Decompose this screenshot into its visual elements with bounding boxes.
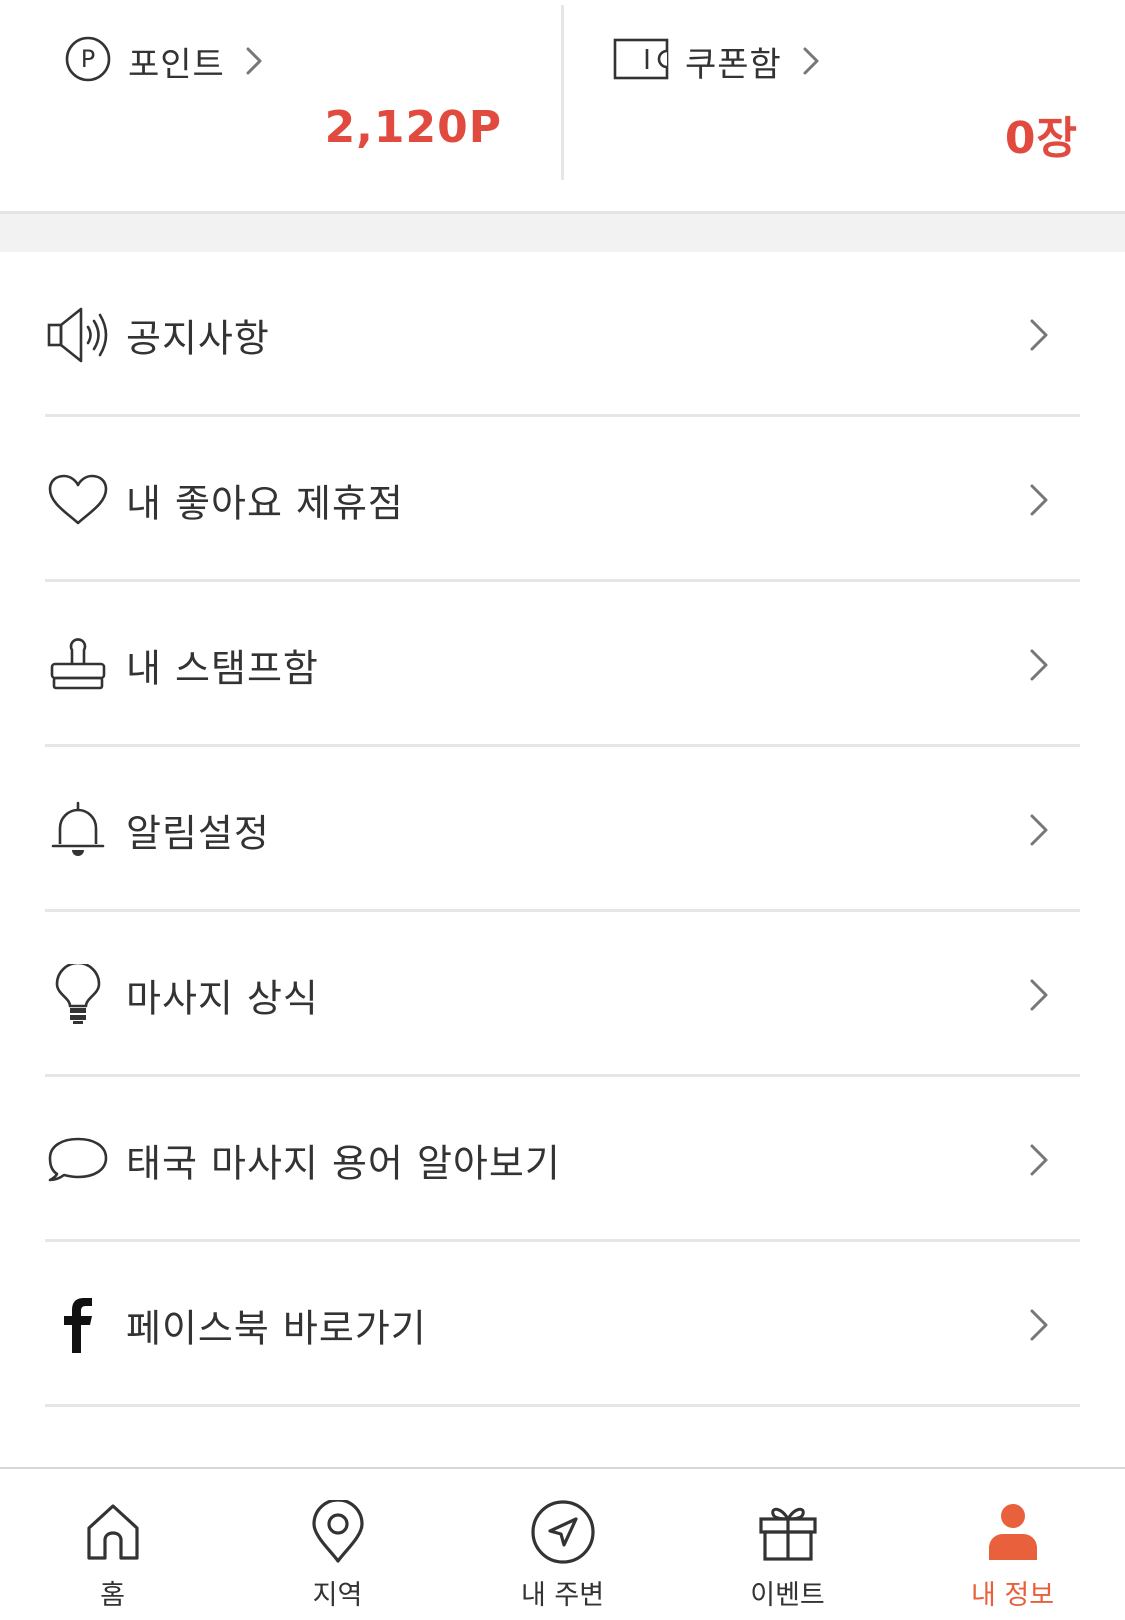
point-value: 2,120P (324, 102, 502, 153)
tab-my-info[interactable]: 내 정보 (900, 1469, 1125, 1620)
tab-home[interactable]: 홈 (0, 1469, 225, 1620)
tab-label: 홈 (100, 1580, 125, 1611)
menu-item-label: 알림설정 (126, 811, 270, 855)
lightbulb-icon (46, 963, 110, 1027)
megaphone-icon (46, 303, 110, 367)
menu-list: 공지사항 내 좋아요 제휴점 내 스탬프함 알림설정 마사지 상식 태국 마사지… (0, 252, 1125, 1407)
tab-region[interactable]: 지역 (225, 1469, 450, 1620)
tab-label: 지역 (312, 1580, 363, 1611)
chevron-right-icon (1029, 1143, 1049, 1177)
menu-item-notification-settings[interactable]: 알림설정 (0, 747, 1125, 912)
chevron-right-icon (1029, 483, 1049, 517)
point-link[interactable]: P 포인트 (64, 36, 263, 86)
tab-label: 내 주변 (520, 1580, 605, 1611)
menu-item-label: 마사지 상식 (126, 976, 319, 1020)
facebook-icon (46, 1293, 110, 1357)
menu-item-stamps[interactable]: 내 스탬프함 (0, 582, 1125, 747)
chevron-right-icon (1029, 318, 1049, 352)
home-icon (78, 1497, 148, 1567)
point-card[interactable]: P 포인트 2,120P (0, 0, 562, 212)
chevron-right-icon (1029, 978, 1049, 1012)
tab-label: 내 정보 (970, 1580, 1055, 1611)
menu-item-label: 내 좋아요 제휴점 (126, 481, 404, 525)
coupon-label: 쿠폰함 (685, 44, 782, 85)
tab-nearby[interactable]: 내 주변 (450, 1469, 675, 1620)
menu-item-label: 페이스북 바로가기 (126, 1306, 427, 1350)
summary-section: P 포인트 2,120P 쿠폰함 0장 (0, 0, 1125, 214)
speech-bubble-icon (46, 1128, 110, 1192)
svg-text:P: P (81, 45, 95, 73)
menu-item-notice[interactable]: 공지사항 (0, 252, 1125, 417)
coupon-link[interactable]: 쿠폰함 (613, 36, 820, 86)
menu-item-liked-stores[interactable]: 내 좋아요 제휴점 (0, 417, 1125, 582)
point-label: 포인트 (128, 44, 225, 85)
navigation-icon (528, 1497, 598, 1567)
tab-label: 이벤트 (750, 1580, 825, 1611)
chevron-right-icon (245, 46, 263, 76)
p-circle-icon: P (64, 35, 112, 87)
heart-icon (46, 468, 110, 532)
ticket-icon (613, 37, 669, 85)
menu-item-label: 공지사항 (126, 316, 270, 360)
chevron-right-icon (1029, 648, 1049, 682)
location-pin-icon (303, 1497, 373, 1567)
menu-item-massage-knowledge[interactable]: 마사지 상식 (0, 912, 1125, 1077)
chevron-right-icon (1029, 1308, 1049, 1342)
menu-item-facebook[interactable]: 페이스북 바로가기 (0, 1242, 1125, 1407)
chevron-right-icon (1029, 813, 1049, 847)
menu-item-label: 태국 마사지 용어 알아보기 (126, 1141, 561, 1185)
coupon-card[interactable]: 쿠폰함 0장 (563, 0, 1125, 212)
stamp-icon (46, 633, 110, 697)
person-icon (978, 1497, 1048, 1567)
section-spacer (0, 214, 1125, 252)
bell-icon (46, 798, 110, 862)
menu-item-label: 내 스탬프함 (126, 646, 319, 690)
menu-item-thai-massage-terms[interactable]: 태국 마사지 용어 알아보기 (0, 1077, 1125, 1242)
gift-icon (753, 1497, 823, 1567)
chevron-right-icon (802, 46, 820, 76)
bottom-tab-bar: 홈 지역 내 주변 이벤트 내 정보 (0, 1467, 1125, 1620)
menu-divider (45, 1404, 1080, 1407)
tab-event[interactable]: 이벤트 (675, 1469, 900, 1620)
coupon-value: 0장 (1004, 113, 1078, 164)
